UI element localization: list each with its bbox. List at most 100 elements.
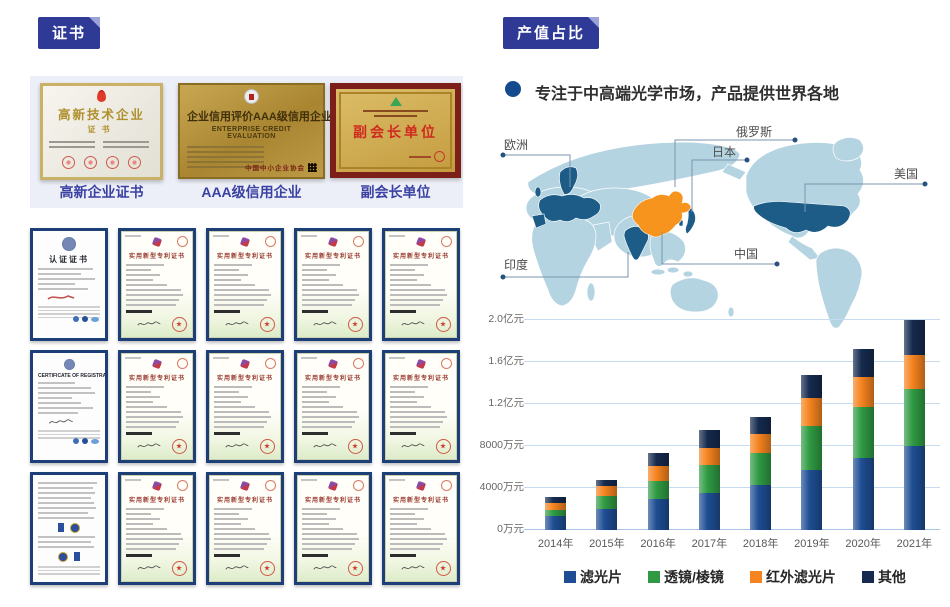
- cert-text-lines: [359, 110, 431, 117]
- bar-segment-红外滤光片: [699, 448, 720, 465]
- chart-y-axis-labels: 0万元4000万元8000万元1.2亿元1.6亿元2.0亿元: [448, 320, 524, 530]
- bar-segment-透镜/棱镜: [750, 453, 771, 485]
- patent-title: 实用新型专利证书: [214, 251, 276, 260]
- patent-title: 实用新型专利证书: [126, 251, 188, 260]
- patent-round-stamp-icon: [353, 358, 364, 369]
- featured-caption: AAA级信用企业: [178, 182, 325, 202]
- bar-segment-红外滤光片: [801, 398, 822, 426]
- bar-segment-其他: [853, 349, 874, 376]
- bar-segment-滤光片: [699, 493, 720, 530]
- x-axis-tick-label: 2019年: [786, 535, 837, 551]
- patent-ribbon-logo-icon: [328, 359, 338, 369]
- y-axis-tick-label: 4000万元: [480, 479, 524, 494]
- bar-column: [633, 320, 684, 530]
- stacked-bar: [801, 320, 822, 530]
- bar-column: [735, 320, 786, 530]
- patent-red-seal-icon: [348, 439, 363, 454]
- y-axis-tick-label: 2.0亿元: [488, 311, 524, 326]
- certificates-badge-label: 证书: [52, 25, 86, 42]
- red-stamps-row: [49, 156, 154, 169]
- accreditation-marks-icon: [73, 438, 99, 444]
- legend-label: 透镜/棱镜: [664, 567, 724, 587]
- patent-certificate-paper: 实用新型专利证书: [297, 475, 369, 582]
- patent-certificate-paper: 实用新型专利证书: [385, 353, 457, 460]
- bar-segment-滤光片: [801, 470, 822, 530]
- patent-ribbon-logo-icon: [240, 359, 250, 369]
- patent-certificate-paper: 实用新型专利证书: [209, 475, 281, 582]
- red-stamp-icon: [434, 151, 445, 162]
- bar-segment-透镜/棱镜: [596, 496, 617, 509]
- patent-title: 实用新型专利证书: [302, 373, 364, 382]
- bar-segment-滤光片: [853, 458, 874, 530]
- patent-certificate-paper: 实用新型专利证书: [385, 231, 457, 338]
- world-map: 欧洲 俄罗斯 日本 美国 中国 印度: [488, 112, 950, 337]
- output-share-section-badge: 产值占比: [503, 17, 599, 49]
- patent-certificate-thumbnail: 实用新型专利证书: [294, 472, 372, 585]
- legend-item: 滤光片: [564, 567, 622, 587]
- cert-text-lines: [49, 141, 154, 148]
- hightech-certificate: 高新技术企业 证书: [40, 83, 163, 180]
- iso-certificate-paper: CERTIFICATE OF REGISTRATION: [33, 353, 105, 460]
- market-statement: 专注于中高端光学市场，产品提供世界各地: [535, 80, 839, 104]
- badge-fold-icon: [588, 17, 599, 28]
- iso-certificate-title: 认证证书: [38, 254, 100, 265]
- bar-column: [838, 320, 889, 530]
- bar-segment-滤光片: [750, 485, 771, 530]
- bar-segment-其他: [750, 417, 771, 435]
- bar-segment-透镜/棱镜: [904, 389, 925, 446]
- bar-segment-红外滤光片: [904, 355, 925, 390]
- bar-column: [786, 320, 837, 530]
- bar-segment-红外滤光片: [648, 466, 669, 480]
- legend-swatch-icon: [648, 571, 660, 583]
- patent-round-stamp-icon: [177, 358, 188, 369]
- patent-ribbon-logo-icon: [240, 237, 250, 247]
- patent-round-stamp-icon: [353, 480, 364, 491]
- patent-certificate-thumbnail: 实用新型专利证书: [294, 350, 372, 463]
- iso-certificate-paper: [33, 475, 105, 582]
- patent-title: 实用新型专利证书: [302, 251, 364, 260]
- slide-canvas: 证书 高新技术企业 证书 企业信用评价AAA级信用企业 ENTERPRISE C…: [0, 0, 950, 607]
- patent-ribbon-logo-icon: [152, 481, 162, 491]
- legend-item: 其他: [862, 567, 906, 587]
- bar-column: [684, 320, 735, 530]
- chart-bars: [530, 320, 940, 530]
- qr-code-icon: [308, 163, 317, 172]
- patent-round-stamp-icon: [177, 480, 188, 491]
- bar-column: [889, 320, 940, 530]
- credit-emblem-icon: [244, 89, 259, 104]
- patent-red-seal-icon: [260, 317, 275, 332]
- patent-title: 实用新型专利证书: [390, 251, 452, 260]
- patent-certificate-paper: 实用新型专利证书: [121, 231, 193, 338]
- y-axis-tick-label: 1.6亿元: [488, 353, 524, 368]
- map-label-india: 印度: [504, 256, 528, 273]
- association-triangle-logo-icon: [390, 97, 402, 106]
- patent-title: 实用新型专利证书: [214, 495, 276, 504]
- aaa-plaque-subtitle: ENTERPRISE CREDIT EVALUATION: [187, 126, 316, 140]
- patent-certificate-thumbnail: 实用新型专利证书: [206, 350, 284, 463]
- patent-certificate-paper: 实用新型专利证书: [385, 475, 457, 582]
- featured-caption: 高新企业证书: [40, 182, 163, 202]
- legend-label: 红外滤光片: [766, 567, 836, 587]
- bar-segment-滤光片: [545, 516, 566, 530]
- legend-label: 其他: [878, 567, 906, 587]
- aaa-plaque-issuer: 中国中小企业协会: [245, 162, 305, 172]
- patent-ribbon-logo-icon: [152, 237, 162, 247]
- vice-president-plaque: 副会长单位: [330, 83, 461, 178]
- cert-text-line: [409, 156, 431, 158]
- legend-swatch-icon: [862, 571, 874, 583]
- patent-round-stamp-icon: [177, 236, 188, 247]
- legend-item: 透镜/棱镜: [648, 567, 724, 587]
- vice-president-title: 副会长单位: [344, 122, 447, 142]
- patent-certificate-paper: 实用新型专利证书: [297, 353, 369, 460]
- bar-column: [530, 320, 581, 530]
- map-label-china: 中国: [734, 245, 758, 262]
- stacked-bar: [545, 320, 566, 530]
- patent-certificate-thumbnail: 实用新型专利证书: [206, 228, 284, 341]
- bar-segment-红外滤光片: [596, 486, 617, 497]
- iso-certificate-thumbnail: [30, 472, 108, 585]
- map-label-japan: 日本: [712, 143, 736, 160]
- chart-legend: 滤光片 透镜/棱镜 红外滤光片 其他: [530, 567, 940, 587]
- certificate-grid: 认证证书 实用新型专利证书 实用新型专利证书: [30, 228, 463, 585]
- patent-round-stamp-icon: [265, 480, 276, 491]
- patent-certificate-thumbnail: 实用新型专利证书: [118, 350, 196, 463]
